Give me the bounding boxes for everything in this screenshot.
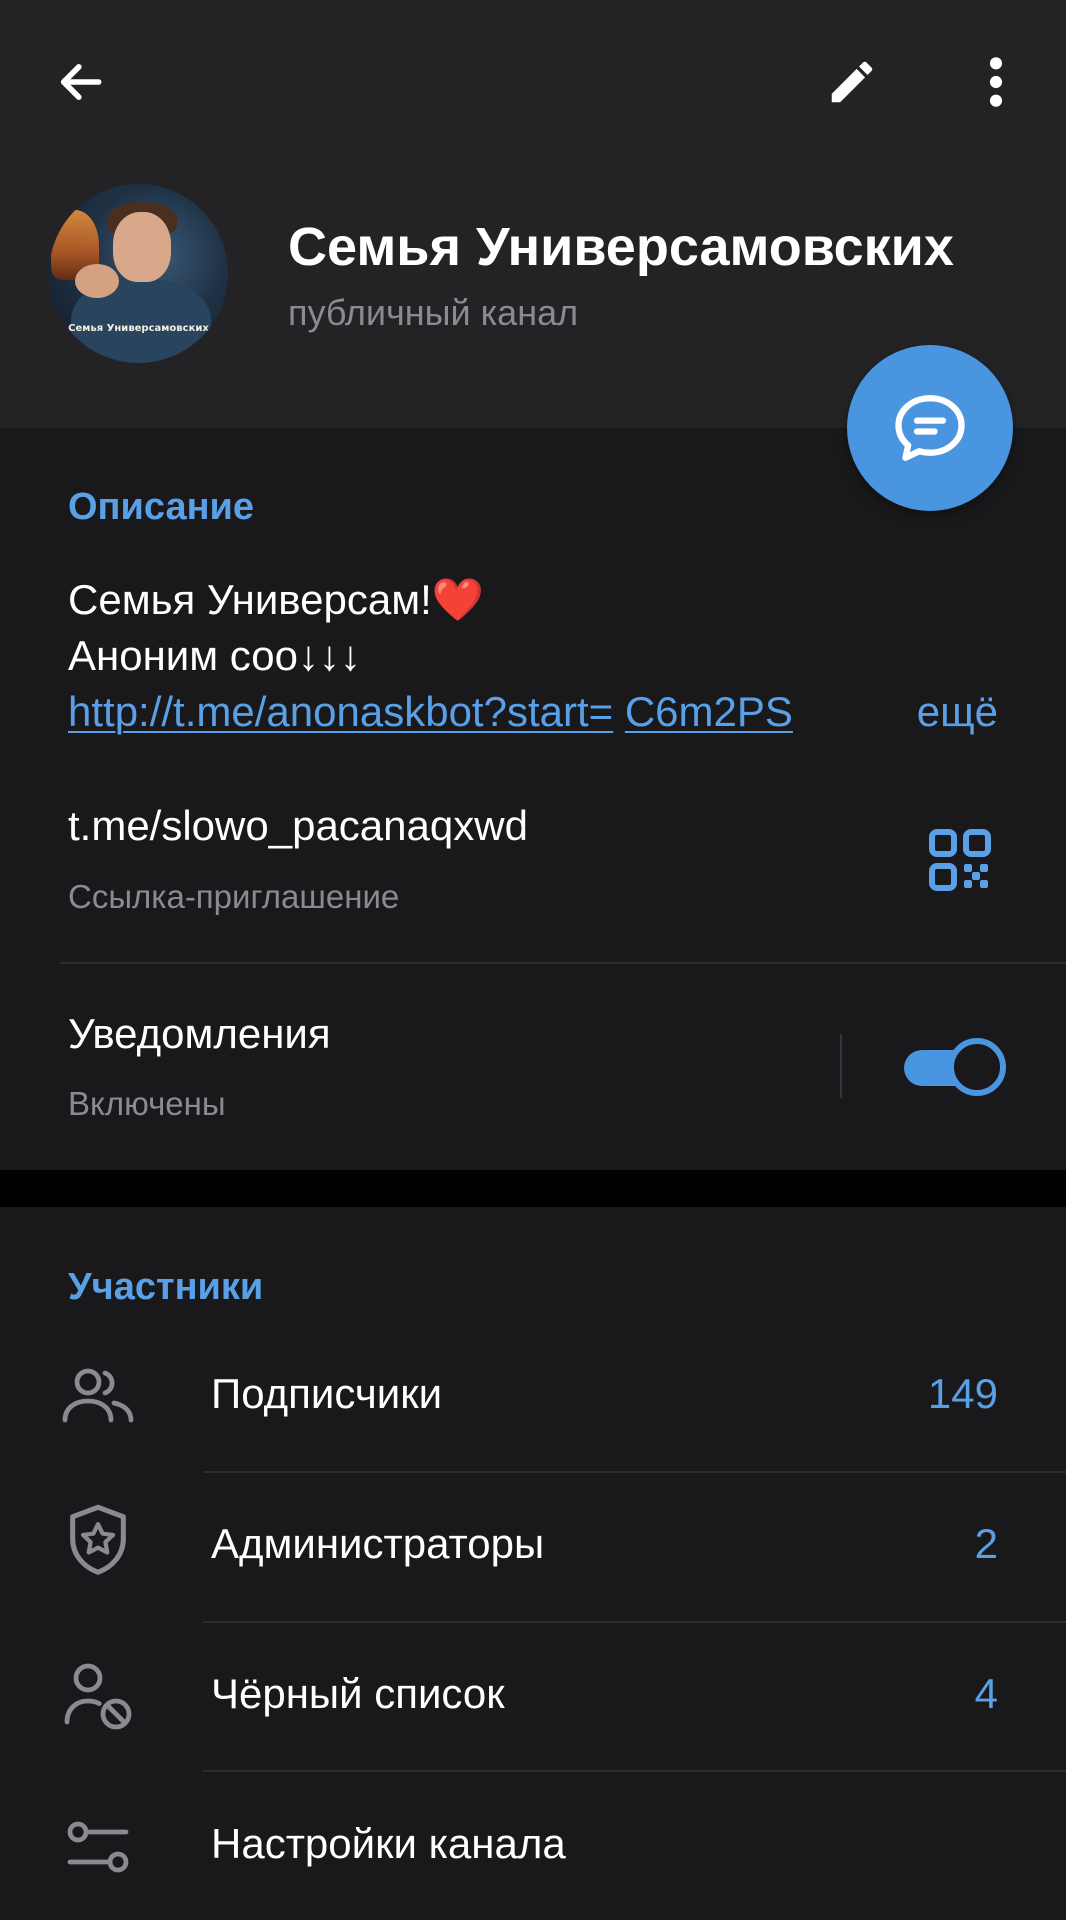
sliders-icon <box>60 1810 136 1886</box>
notifications-status: Включены <box>68 1085 226 1122</box>
list-label: Подписчики <box>211 1370 443 1417</box>
notifications-label: Уведомления <box>68 1010 331 1057</box>
notifications-toggle[interactable] <box>904 1038 1006 1098</box>
back-button[interactable] <box>44 46 116 118</box>
list-label: Настройки канала <box>211 1820 566 1867</box>
description-link-row: http://t.me/anonaskbot?start= C6m2PS ещё <box>68 684 998 740</box>
more-options-button[interactable] <box>960 46 1032 118</box>
list-value: 4 <box>974 1670 998 1717</box>
message-icon <box>895 395 965 461</box>
description-link-tail[interactable]: C6m2PS <box>625 688 793 735</box>
list-item-channel-settings[interactable]: Настройки канала <box>0 1772 1066 1920</box>
list-value: 2 <box>974 1520 998 1567</box>
members-header: Участники <box>68 1266 264 1308</box>
invite-link-caption: Ссылка-приглашение <box>68 878 400 915</box>
channel-title: Семья Универсамовских <box>288 217 954 277</box>
list-item-subscribers[interactable]: Подписчики 149 <box>0 1322 1066 1470</box>
qr-code-icon <box>929 829 991 891</box>
more-vertical-icon <box>989 57 1003 107</box>
description-header: Описание <box>68 486 255 528</box>
channel-type: публичный канал <box>288 292 579 333</box>
avatar-face <box>113 212 171 282</box>
channel-description: Семья Универсам!❤️ Аноним соо↓↓↓ http://… <box>68 572 998 740</box>
arrow-left-icon <box>60 64 102 100</box>
invite-link[interactable]: t.me/slowo_pacanaqxwd <box>68 802 528 850</box>
vertical-divider <box>840 1034 842 1098</box>
description-more-button[interactable]: ещё <box>917 684 998 740</box>
edit-button[interactable] <box>816 46 888 118</box>
list-label: Чёрный список <box>211 1670 505 1717</box>
list-label: Администраторы <box>211 1520 545 1567</box>
list-value: 149 <box>927 1370 998 1417</box>
channel-avatar[interactable]: Семья Универсамовских <box>49 184 228 363</box>
toggle-knob <box>948 1038 1006 1096</box>
description-line: Семья Универсам!❤️ <box>68 576 485 623</box>
shield-star-icon <box>60 1502 136 1578</box>
avatar-caption: Семья Универсамовских <box>68 323 209 334</box>
description-link[interactable]: http://t.me/anonaskbot?start= <box>68 688 613 735</box>
qr-code-button[interactable] <box>928 828 992 892</box>
list-item-admins[interactable]: Администраторы 2 <box>0 1472 1066 1620</box>
pencil-icon <box>831 61 873 103</box>
divider <box>60 962 1066 964</box>
open-chat-button[interactable] <box>847 345 1013 511</box>
avatar-hands <box>75 264 119 298</box>
list-item-blacklist[interactable]: Чёрный список 4 <box>0 1622 1066 1770</box>
users-icon <box>60 1358 136 1434</box>
user-block-icon <box>60 1658 136 1734</box>
description-line: Аноним соо↓↓↓ <box>68 632 361 679</box>
